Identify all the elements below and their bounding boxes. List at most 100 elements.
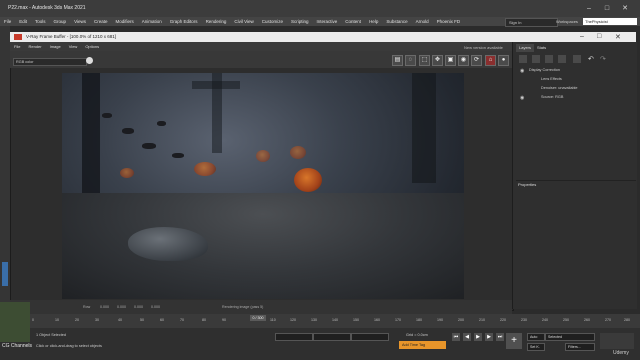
layer-display-correction[interactable]: Display Correction xyxy=(529,67,560,74)
menu-edit[interactable]: Edit xyxy=(15,17,31,26)
vfb-menu-render[interactable]: Render xyxy=(24,42,45,51)
tree-trunk xyxy=(82,73,100,193)
save-layers-icon[interactable] xyxy=(545,55,553,63)
menu-scripting[interactable]: Scripting xyxy=(287,17,313,26)
coord-y-field[interactable] xyxy=(313,333,351,341)
pumpkin-far-left xyxy=(120,168,134,178)
layer-source[interactable]: Source: RGB xyxy=(541,94,563,101)
tick-label: 250 xyxy=(563,318,569,322)
menu-graph-editors[interactable]: Graph Editors xyxy=(166,17,202,26)
maximize-icon[interactable]: □ xyxy=(600,4,614,13)
render-region-icon[interactable]: ▣ xyxy=(445,55,456,66)
region-icon[interactable]: ⬚ xyxy=(419,55,430,66)
menu-views[interactable]: Views xyxy=(70,17,90,26)
vfb-close-icon[interactable]: ✕ xyxy=(615,33,621,41)
layer-lens-effects[interactable]: Lens Effects xyxy=(541,76,562,83)
channel-select[interactable]: RGB color xyxy=(13,58,87,66)
play-icon[interactable]: ▶ xyxy=(474,333,482,341)
layer-menu-icon[interactable] xyxy=(573,55,581,63)
menu-animation[interactable]: Animation xyxy=(138,17,166,26)
goto-end-icon[interactable]: ⏭ xyxy=(496,333,504,341)
eye-icon[interactable]: ◉ xyxy=(520,95,524,101)
coord-z-field[interactable] xyxy=(351,333,389,341)
tick-label: 110 xyxy=(270,318,276,322)
tick-label: 80 xyxy=(202,318,206,322)
next-frame-icon[interactable]: ▶ xyxy=(485,333,493,341)
tab-layers[interactable]: Layers xyxy=(516,44,535,52)
menu-interactive[interactable]: Interactive xyxy=(313,17,342,26)
menu-customize[interactable]: Customize xyxy=(258,17,287,26)
channel-color-icon[interactable] xyxy=(86,57,93,64)
tick-label: 170 xyxy=(395,318,401,322)
menu-phoenix-fd[interactable]: Phoenix FD xyxy=(433,17,465,26)
save-icon[interactable]: ▤ xyxy=(392,55,403,66)
vfb-menu-file[interactable]: File xyxy=(10,42,24,51)
new-version-notice[interactable]: New version available xyxy=(464,45,503,50)
minimize-icon[interactable]: – xyxy=(582,4,596,13)
clear-icon[interactable]: ◌ xyxy=(405,55,416,66)
viewport-nav-controls[interactable] xyxy=(600,333,634,349)
sign-in-dropdown[interactable]: Sign In xyxy=(505,18,558,27)
stop-icon[interactable]: ● xyxy=(498,55,509,66)
menu-modifiers[interactable]: Modifiers xyxy=(112,17,138,26)
tick-label: 270 xyxy=(605,318,611,322)
menu-substance[interactable]: Substance xyxy=(382,17,411,26)
panel-tabs: Layers Stats xyxy=(516,44,549,52)
tick-label: 60 xyxy=(160,318,164,322)
remove-layer-icon[interactable] xyxy=(532,55,540,63)
render-last-icon[interactable]: ◉ xyxy=(458,55,469,66)
tick-label: 210 xyxy=(479,318,485,322)
set-key-icon[interactable]: + xyxy=(506,333,522,349)
load-layers-icon[interactable] xyxy=(558,55,566,63)
vray-logo-icon xyxy=(14,34,22,40)
watermark: CG Channels xyxy=(2,343,33,349)
set-key-button[interactable]: Set K. xyxy=(527,343,545,351)
close-icon[interactable]: ✕ xyxy=(618,4,632,13)
tab-stats[interactable]: Stats xyxy=(534,44,549,52)
menu-group[interactable]: Group xyxy=(50,17,71,26)
menu-rendering[interactable]: Rendering xyxy=(202,17,231,26)
scarecrow-arms xyxy=(192,81,240,89)
coord-x-field[interactable] xyxy=(275,333,313,341)
menu-create[interactable]: Create xyxy=(90,17,112,26)
tick-label: 150 xyxy=(353,318,359,322)
vfb-menu-image[interactable]: Image xyxy=(46,42,65,51)
tick-label: 280 xyxy=(624,318,630,322)
vfb-maximize-icon[interactable]: □ xyxy=(597,33,601,40)
menu-tools[interactable]: Tools xyxy=(31,17,50,26)
goto-start-icon[interactable]: ⏮ xyxy=(452,333,460,341)
time-slider-thumb[interactable]: 0 / 300 xyxy=(250,315,266,321)
menu-arnold[interactable]: Arnold xyxy=(412,17,433,26)
tick-label: 20 xyxy=(75,318,79,322)
vfb-minimize-icon[interactable]: – xyxy=(580,33,584,40)
scrollbar-thumb[interactable] xyxy=(2,262,8,286)
render-icon[interactable]: ⌂ xyxy=(485,55,496,66)
menu-help[interactable]: Help xyxy=(365,17,382,26)
add-time-tag-button[interactable]: Add Time Tag xyxy=(399,341,446,349)
track-mouse-icon[interactable]: ✥ xyxy=(432,55,443,66)
vfb-menu-view[interactable]: View xyxy=(65,42,82,51)
redo-icon[interactable]: ↷ xyxy=(600,55,608,63)
add-layer-icon[interactable] xyxy=(519,55,527,63)
properties-header: Properties xyxy=(516,180,636,188)
vfb-menu-options[interactable]: Options xyxy=(81,42,103,51)
undo-icon[interactable]: ↶ xyxy=(588,55,596,63)
menu-file[interactable]: File xyxy=(0,17,15,26)
filters-button[interactable]: Filters... xyxy=(565,343,595,351)
maxscript-listener-icon[interactable] xyxy=(0,302,30,342)
key-filter-select[interactable]: Selected xyxy=(545,333,595,341)
bat xyxy=(142,143,156,149)
eye-icon[interactable]: ◉ xyxy=(520,68,524,74)
pumpkin-back xyxy=(256,150,270,162)
menu-civil-view[interactable]: Civil View xyxy=(230,17,257,26)
menu-content[interactable]: Content xyxy=(341,17,365,26)
auto-key-button[interactable]: Auto xyxy=(527,333,545,341)
pixel-value-a: 0.000 xyxy=(151,305,160,309)
workspace-select[interactable]: ThePhysicist xyxy=(583,18,637,25)
prev-frame-icon[interactable]: ◀ xyxy=(463,333,471,341)
layer-denoiser[interactable]: Denoiser: unavailable xyxy=(541,85,578,92)
tick-label: 30 xyxy=(95,318,99,322)
bat xyxy=(157,121,166,126)
tick-label: 160 xyxy=(374,318,380,322)
history-icon[interactable]: ⟳ xyxy=(471,55,482,66)
